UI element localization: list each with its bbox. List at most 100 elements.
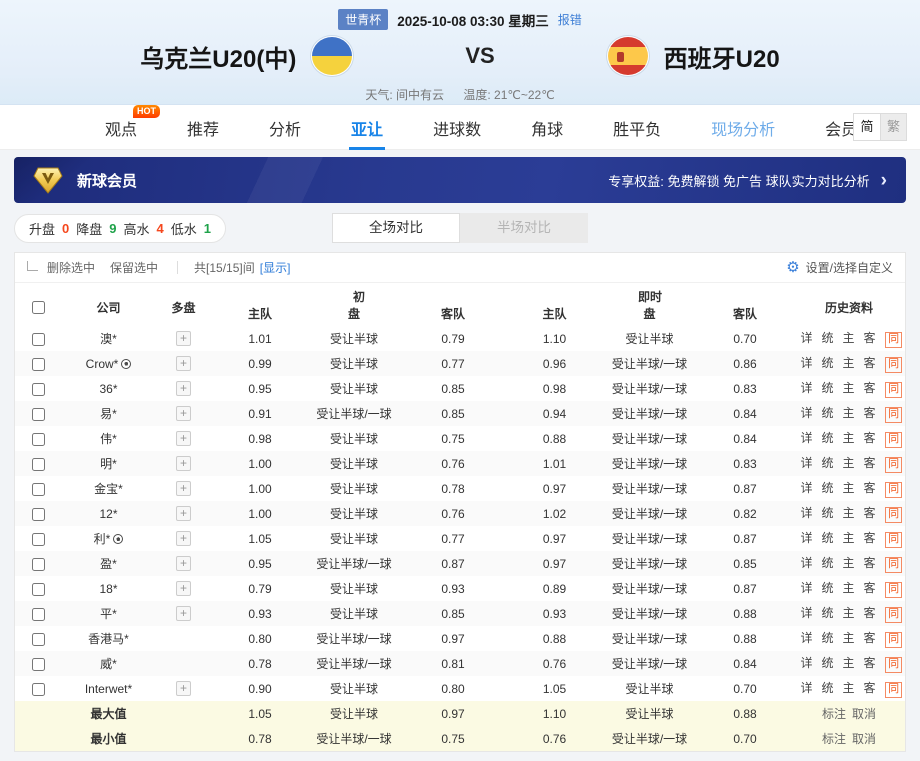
- history-away-link[interactable]: 客: [864, 481, 876, 495]
- mark-link[interactable]: 标注: [822, 707, 846, 721]
- expand-multi-odds-button[interactable]: +: [176, 456, 191, 471]
- history-away-link[interactable]: 客: [864, 406, 876, 420]
- history-home-link[interactable]: 主: [843, 581, 855, 595]
- history-detail-link[interactable]: 详: [801, 506, 813, 520]
- history-stats-link[interactable]: 统: [822, 331, 834, 345]
- nav-tab-live-analysis[interactable]: 现场分析: [709, 104, 777, 150]
- expand-multi-odds-button[interactable]: +: [176, 331, 191, 346]
- history-stats-link[interactable]: 统: [822, 556, 834, 570]
- history-detail-link[interactable]: 详: [801, 431, 813, 445]
- cancel-link[interactable]: 取消: [852, 732, 876, 746]
- history-away-link[interactable]: 客: [864, 456, 876, 470]
- history-stats-link[interactable]: 统: [822, 356, 834, 370]
- history-away-link[interactable]: 客: [864, 631, 876, 645]
- expand-multi-odds-button[interactable]: +: [176, 381, 191, 396]
- history-home-link[interactable]: 主: [843, 556, 855, 570]
- history-detail-link[interactable]: 详: [801, 381, 813, 395]
- history-detail-link[interactable]: 详: [801, 406, 813, 420]
- history-detail-link[interactable]: 详: [801, 581, 813, 595]
- history-stats-link[interactable]: 统: [822, 681, 834, 695]
- row-checkbox[interactable]: [32, 533, 45, 546]
- expand-multi-odds-button[interactable]: +: [176, 556, 191, 571]
- history-away-link[interactable]: 客: [864, 431, 876, 445]
- same-odds-link[interactable]: 同: [885, 332, 902, 347]
- same-odds-link[interactable]: 同: [885, 682, 902, 697]
- expand-multi-odds-button[interactable]: +: [176, 681, 191, 696]
- delete-selected-button[interactable]: 删除选中: [47, 259, 95, 276]
- same-odds-link[interactable]: 同: [885, 357, 902, 372]
- row-checkbox[interactable]: [32, 433, 45, 446]
- history-away-link[interactable]: 客: [864, 381, 876, 395]
- expand-multi-odds-button[interactable]: +: [176, 581, 191, 596]
- same-odds-link[interactable]: 同: [885, 632, 902, 647]
- lang-simplified-button[interactable]: 简: [854, 114, 880, 140]
- expand-multi-odds-button[interactable]: +: [176, 356, 191, 371]
- nav-tab-goals[interactable]: 进球数: [431, 104, 483, 150]
- row-checkbox[interactable]: [32, 383, 45, 396]
- history-home-link[interactable]: 主: [843, 431, 855, 445]
- history-home-link[interactable]: 主: [843, 481, 855, 495]
- history-home-link[interactable]: 主: [843, 656, 855, 670]
- select-corner-icon[interactable]: [27, 261, 38, 271]
- history-stats-link[interactable]: 统: [822, 381, 834, 395]
- history-stats-link[interactable]: 统: [822, 531, 834, 545]
- keep-selected-button[interactable]: 保留选中: [110, 259, 158, 276]
- history-away-link[interactable]: 客: [864, 581, 876, 595]
- show-link[interactable]: [显示]: [260, 259, 291, 276]
- row-checkbox[interactable]: [32, 483, 45, 496]
- same-odds-link[interactable]: 同: [885, 432, 902, 447]
- expand-multi-odds-button[interactable]: +: [176, 481, 191, 496]
- history-detail-link[interactable]: 详: [801, 456, 813, 470]
- expand-multi-odds-button[interactable]: +: [176, 506, 191, 521]
- same-odds-link[interactable]: 同: [885, 457, 902, 472]
- same-odds-link[interactable]: 同: [885, 657, 902, 672]
- history-home-link[interactable]: 主: [843, 381, 855, 395]
- nav-tab-analysis[interactable]: 分析: [267, 104, 303, 150]
- history-detail-link[interactable]: 详: [801, 631, 813, 645]
- row-checkbox[interactable]: [32, 608, 45, 621]
- history-home-link[interactable]: 主: [843, 506, 855, 520]
- same-odds-link[interactable]: 同: [885, 557, 902, 572]
- row-checkbox[interactable]: [32, 658, 45, 671]
- history-away-link[interactable]: 客: [864, 606, 876, 620]
- history-stats-link[interactable]: 统: [822, 581, 834, 595]
- nav-tab-viewpoint[interactable]: 观点 HOT: [103, 104, 139, 150]
- tab-full-match-compare[interactable]: 全场对比: [332, 213, 460, 243]
- same-odds-link[interactable]: 同: [885, 582, 902, 597]
- history-away-link[interactable]: 客: [864, 356, 876, 370]
- lang-traditional-button[interactable]: 繁: [880, 114, 906, 140]
- row-checkbox[interactable]: [32, 633, 45, 646]
- expand-multi-odds-button[interactable]: +: [176, 606, 191, 621]
- history-stats-link[interactable]: 统: [822, 631, 834, 645]
- history-away-link[interactable]: 客: [864, 656, 876, 670]
- history-home-link[interactable]: 主: [843, 681, 855, 695]
- history-stats-link[interactable]: 统: [822, 431, 834, 445]
- same-odds-link[interactable]: 同: [885, 607, 902, 622]
- row-checkbox[interactable]: [32, 358, 45, 371]
- row-checkbox[interactable]: [32, 583, 45, 596]
- same-odds-link[interactable]: 同: [885, 532, 902, 547]
- settings-customize-link[interactable]: 设置/选择自定义: [806, 259, 893, 276]
- row-checkbox[interactable]: [32, 458, 45, 471]
- history-detail-link[interactable]: 详: [801, 331, 813, 345]
- history-stats-link[interactable]: 统: [822, 656, 834, 670]
- history-stats-link[interactable]: 统: [822, 406, 834, 420]
- history-home-link[interactable]: 主: [843, 456, 855, 470]
- history-home-link[interactable]: 主: [843, 331, 855, 345]
- history-detail-link[interactable]: 详: [801, 656, 813, 670]
- history-home-link[interactable]: 主: [843, 356, 855, 370]
- history-away-link[interactable]: 客: [864, 681, 876, 695]
- row-checkbox[interactable]: [32, 333, 45, 346]
- vip-member-banner[interactable]: 新球会员 专享权益: 免费解锁 免广告 球队实力对比分析 ›: [14, 157, 906, 203]
- row-checkbox[interactable]: [32, 408, 45, 421]
- history-detail-link[interactable]: 详: [801, 681, 813, 695]
- row-checkbox[interactable]: [32, 683, 45, 696]
- history-home-link[interactable]: 主: [843, 531, 855, 545]
- expand-multi-odds-button[interactable]: +: [176, 406, 191, 421]
- same-odds-link[interactable]: 同: [885, 382, 902, 397]
- same-odds-link[interactable]: 同: [885, 407, 902, 422]
- history-away-link[interactable]: 客: [864, 556, 876, 570]
- history-away-link[interactable]: 客: [864, 331, 876, 345]
- nav-tab-1x2[interactable]: 胜平负: [611, 104, 663, 150]
- nav-tab-asian-handicap[interactable]: 亚让: [349, 104, 385, 150]
